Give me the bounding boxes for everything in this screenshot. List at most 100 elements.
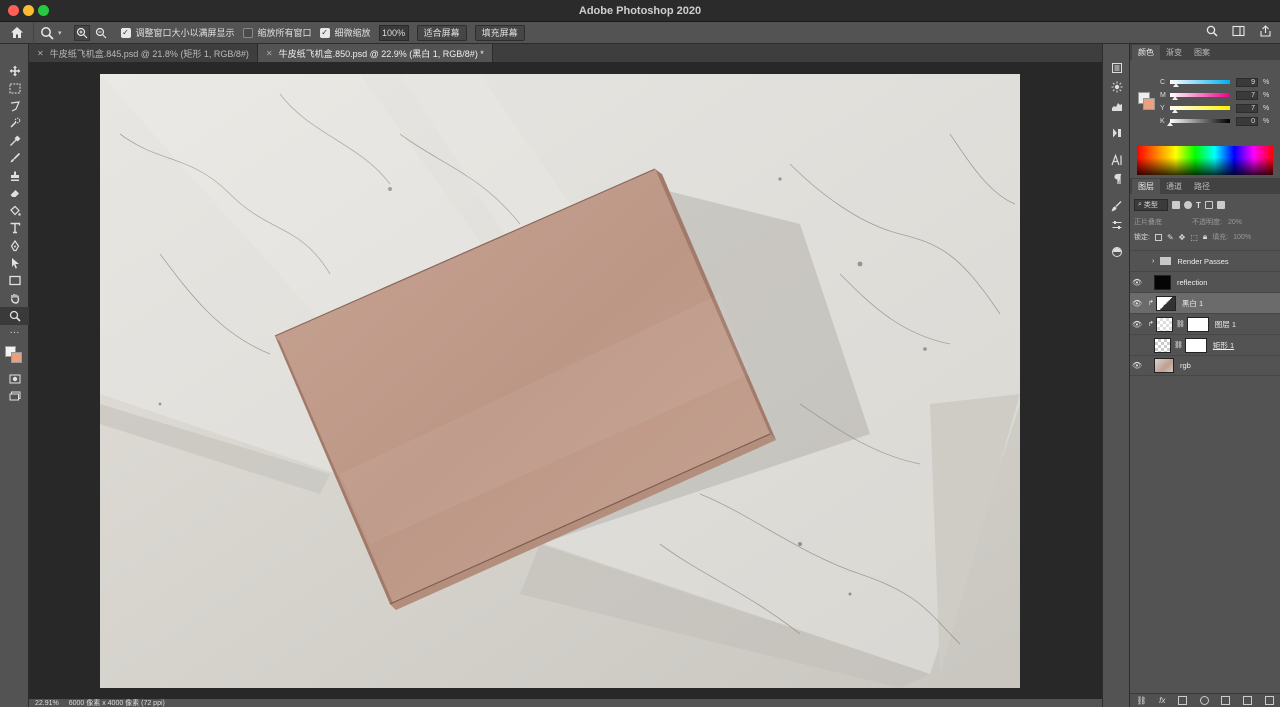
layer-row-layer-1[interactable]: 👁︎ ↱ ⛓ 图层 1 [1130,313,1280,334]
eraser-tool[interactable] [0,185,29,203]
more-tools-button[interactable]: ··· [0,325,29,343]
quick-selection-tool[interactable] [0,115,29,133]
magenta-value-field[interactable]: 7 [1236,90,1258,100]
eyedropper-tool[interactable] [0,132,29,150]
cyan-slider[interactable]: C 9 % [1160,76,1276,88]
type-tool[interactable] [0,220,29,238]
tab-paths[interactable]: 路径 [1188,179,1216,194]
magenta-slider[interactable]: M 7 % [1160,89,1276,101]
paragraph-panel-button[interactable] [1103,170,1131,188]
document-canvas[interactable] [100,74,1020,688]
scrubby-zoom-checkbox[interactable]: ✓ 细微缩放 [319,26,371,39]
zoom-level-readout[interactable]: 22.91% [35,700,59,707]
color-swatches[interactable] [0,342,29,370]
screen-mode-button[interactable] [0,388,29,406]
brush-tool[interactable] [0,150,29,168]
visibility-eye-icon[interactable]: 👁︎ [1130,299,1144,308]
yellow-track[interactable] [1170,106,1230,113]
fill-field[interactable]: 100% [1233,234,1251,241]
close-tab-icon[interactable]: ✕ [37,49,44,58]
workspace-icon[interactable] [1232,25,1245,37]
canvas-area[interactable] [29,62,1102,699]
slider-thumb[interactable] [1167,122,1173,126]
cyan-value-field[interactable]: 9 [1236,77,1258,87]
zoom-all-windows-checkbox[interactable]: 缩放所有窗口 [242,26,312,39]
type-filter-icon[interactable]: T [1196,201,1201,210]
home-button[interactable] [0,21,34,44]
tab-layers[interactable]: 图层 [1132,179,1160,194]
tab-document-845[interactable]: ✕ 牛皮纸飞机盒.845.psd @ 21.8% (矩形 1, RGB/8#) [29,44,258,62]
search-icon[interactable] [1206,25,1218,37]
zoom-percent-field[interactable]: 100% [378,24,409,41]
zoom-out-button[interactable] [93,25,109,41]
tab-channels[interactable]: 通道 [1160,179,1188,194]
layer-row-reflection[interactable]: 👁︎ reflection [1130,271,1280,292]
adjustment-filter-icon[interactable] [1184,200,1192,209]
black-track[interactable] [1167,119,1230,126]
smart-object-filter-icon[interactable] [1216,200,1225,209]
new-layer-icon[interactable] [1243,696,1252,705]
opacity-field[interactable]: 20% [1228,219,1242,226]
stamp-tool[interactable] [0,167,29,185]
slider-thumb[interactable] [1172,109,1178,113]
trash-icon[interactable] [1264,696,1274,705]
zoom-tool-preset[interactable]: ▾ [34,26,68,40]
brush-settings-panel-button[interactable] [1103,197,1131,215]
lock-position-icon[interactable]: ✥ [1179,233,1186,242]
zoom-in-button[interactable] [73,24,90,41]
hand-tool[interactable] [0,290,29,308]
share-icon[interactable] [1259,25,1272,37]
quick-mask-button[interactable] [0,370,29,388]
adjustment-layer-icon[interactable] [1199,696,1209,705]
yellow-value-field[interactable]: 7 [1236,103,1258,113]
link-layers-icon[interactable]: ⛓ [1136,696,1146,705]
fx-icon[interactable]: fx [1159,696,1165,705]
tab-color[interactable]: 颜色 [1132,45,1160,60]
layer-row-rect-1[interactable]: 👁︎ ⛓ 矩形 1 [1130,334,1280,355]
navigator-panel-button[interactable] [1103,78,1131,96]
zoom-tool[interactable] [0,307,29,325]
tab-pattern[interactable]: 图案 [1188,45,1216,60]
shape-filter-icon[interactable] [1204,200,1213,209]
layer-row-rgb[interactable]: 👁︎ rgb [1130,355,1280,376]
paint-bucket-tool[interactable] [0,202,29,220]
move-tool[interactable] [0,62,29,80]
black-slider[interactable]: K 0 % [1160,115,1276,127]
background-color-swatch[interactable] [1143,98,1155,110]
histogram-panel-button[interactable] [1103,97,1131,115]
tab-gradient[interactable]: 渐变 [1160,45,1188,60]
chevron-right-icon[interactable]: › [1152,258,1154,265]
visibility-eye-icon[interactable]: 👁︎ [1130,361,1144,370]
slider-thumb[interactable] [1172,96,1178,100]
properties-panel-button[interactable] [1103,216,1131,234]
lock-image-icon[interactable]: ✎ [1167,233,1174,242]
marquee-tool[interactable] [0,80,29,98]
new-group-icon[interactable] [1221,696,1231,705]
rectangle-tool[interactable] [0,272,29,290]
yellow-slider[interactable]: Y 7 % [1160,102,1276,114]
background-color-swatch[interactable] [11,352,22,363]
lasso-tool[interactable] [0,97,29,115]
fit-screen-button[interactable]: 适合屏幕 [416,24,467,41]
add-mask-icon[interactable] [1178,696,1188,705]
character-panel-button[interactable] [1103,151,1131,169]
styles-panel-button[interactable] [1103,243,1131,261]
blend-mode-dropdown[interactable]: 正片叠底 [1134,217,1162,227]
visibility-eye-icon[interactable]: 👁︎ [1130,320,1144,329]
close-tab-icon[interactable]: ✕ [266,49,273,58]
path-selection-tool[interactable] [0,255,29,273]
fill-screen-button[interactable]: 填充屏幕 [474,24,525,41]
actions-panel-button[interactable] [1103,124,1131,142]
slider-thumb[interactable] [1173,83,1179,87]
magenta-track[interactable] [1170,93,1230,100]
resize-windows-checkbox[interactable]: ✓ 调整窗口大小以满屏显示 [120,26,235,39]
black-value-field[interactable]: 0 [1236,116,1258,126]
layer-filter-dropdown[interactable]: ⌕ 类型 [1134,199,1168,211]
pen-tool[interactable] [0,237,29,255]
lock-artboard-icon[interactable]: ⬚ [1190,233,1198,242]
pixel-filter-icon[interactable] [1172,200,1180,209]
lock-all-icon[interactable]: 🔒︎ [1203,232,1207,242]
layer-row-render-passes[interactable]: 👁︎ › Render Passes [1130,250,1280,271]
cyan-track[interactable] [1170,80,1230,87]
tab-document-850[interactable]: ✕ 牛皮纸飞机盒.850.psd @ 22.9% (黑白 1, RGB/8#) … [257,44,493,62]
